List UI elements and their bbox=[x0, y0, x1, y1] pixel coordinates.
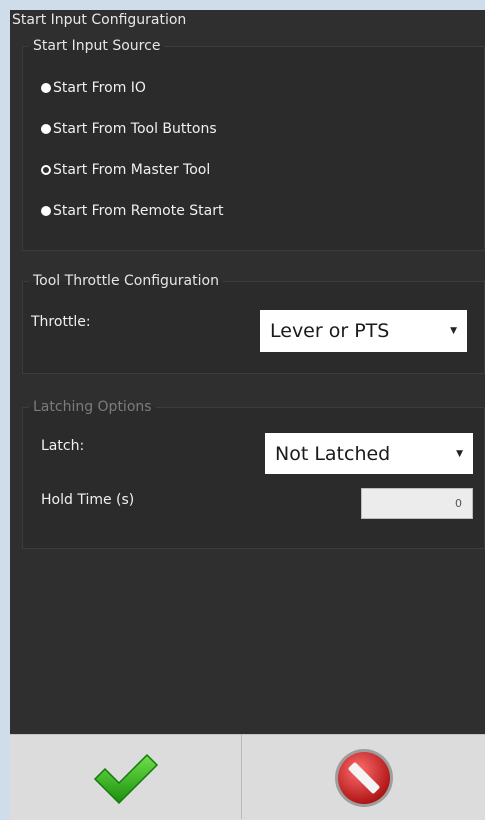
radio-indicator-selected[interactable] bbox=[41, 165, 51, 175]
throttle-label: Throttle: bbox=[31, 314, 91, 330]
chevron-down-icon: ▼ bbox=[456, 448, 463, 459]
radio-indicator[interactable] bbox=[41, 206, 51, 216]
chevron-down-icon: ▼ bbox=[450, 326, 457, 336]
radio-start-from-io[interactable]: Start From IO bbox=[41, 78, 146, 98]
start-input-source-legend: Start Input Source bbox=[33, 38, 161, 54]
latching-options-group: Latching Options bbox=[22, 399, 485, 549]
radio-indicator[interactable] bbox=[41, 83, 51, 93]
radio-label: Start From Master Tool bbox=[53, 162, 211, 178]
latch-label: Latch: bbox=[41, 438, 85, 454]
cancel-icon bbox=[334, 748, 393, 807]
start-input-configuration-panel: Start Input Configuration Start Input So… bbox=[10, 10, 485, 734]
radio-start-from-tool-buttons[interactable]: Start From Tool Buttons bbox=[41, 119, 217, 139]
latching-options-legend: Latching Options bbox=[33, 399, 152, 415]
action-bar bbox=[10, 734, 485, 820]
radio-indicator[interactable] bbox=[41, 124, 51, 134]
confirm-button[interactable] bbox=[10, 735, 241, 820]
checkmark-icon bbox=[93, 753, 158, 804]
latch-select-value: Not Latched bbox=[275, 442, 391, 465]
throttle-select[interactable]: Lever or PTS ▼ bbox=[260, 310, 467, 352]
cancel-button[interactable] bbox=[242, 735, 485, 820]
radio-start-from-master-tool[interactable]: Start From Master Tool bbox=[41, 160, 210, 180]
radio-label: Start From IO bbox=[53, 80, 146, 96]
radio-label: Start From Tool Buttons bbox=[53, 121, 217, 137]
hold-time-label: Hold Time (s) bbox=[41, 492, 135, 508]
radio-label: Start From Remote Start bbox=[53, 203, 224, 219]
action-bar-divider bbox=[241, 734, 242, 819]
panel-title: Start Input Configuration bbox=[12, 12, 187, 28]
radio-start-from-remote-start[interactable]: Start From Remote Start bbox=[41, 201, 223, 221]
throttle-select-value: Lever or PTS bbox=[270, 320, 390, 342]
tool-throttle-legend: Tool Throttle Configuration bbox=[33, 273, 219, 289]
hold-time-input[interactable]: 0 bbox=[361, 488, 473, 519]
latch-select[interactable]: Not Latched ▼ bbox=[265, 433, 473, 474]
